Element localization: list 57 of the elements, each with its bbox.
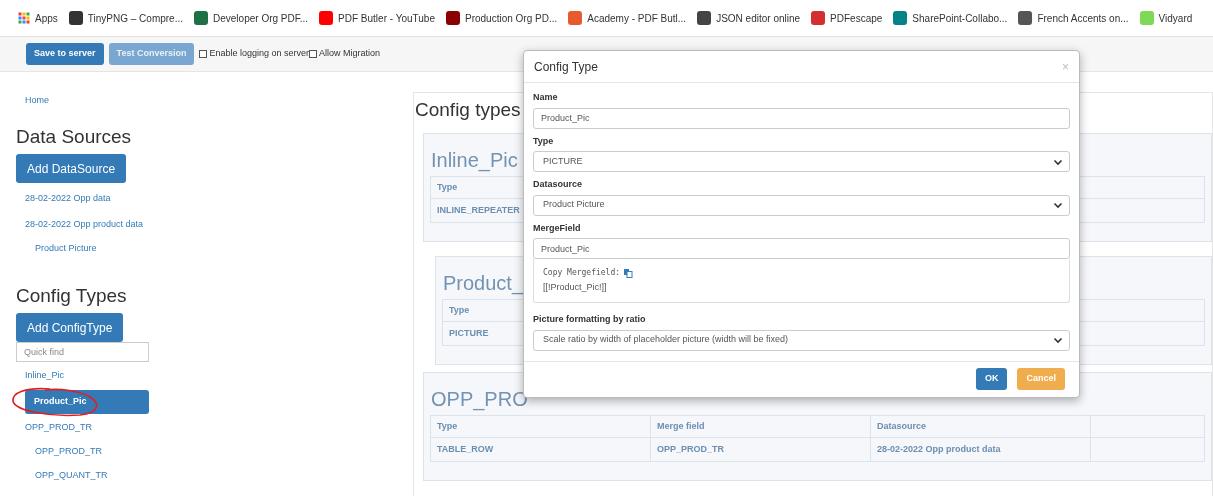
checkbox-label: Enable logging on server bbox=[209, 47, 309, 61]
select-field[interactable]: PICTURE bbox=[533, 151, 1070, 172]
bookmark-link[interactable]: TinyPNG – Compre... bbox=[68, 10, 183, 26]
apps-grid-icon bbox=[18, 12, 30, 24]
field-label: Type bbox=[533, 134, 555, 148]
column-header: Datasource bbox=[870, 415, 1091, 438]
bookmark-link[interactable]: Production Org PD... bbox=[445, 10, 558, 26]
chevron-down-icon bbox=[1053, 200, 1063, 210]
sidebar-item[interactable]: Product_Pic bbox=[25, 390, 149, 414]
dialog-button[interactable]: OK bbox=[976, 368, 1008, 390]
column-header: Merge field bbox=[650, 415, 871, 438]
toolbar-button[interactable]: Save to server bbox=[26, 43, 104, 65]
field-label: MergeField bbox=[533, 221, 582, 235]
add-datasource-button[interactable]: Add DataSource bbox=[16, 154, 127, 183]
table-cell: OPP_PROD_TR bbox=[650, 437, 871, 462]
add-configtype-button[interactable]: Add ConfigType bbox=[16, 313, 124, 342]
sidebar-item[interactable]: OPP_PROD_TR bbox=[25, 416, 93, 440]
bookmark-link[interactable]: French Accents on... bbox=[1018, 10, 1129, 26]
sidebar-item[interactable]: Product Picture bbox=[35, 237, 97, 261]
panel-heading: Config types bbox=[415, 99, 521, 121]
section-heading: Data Sources bbox=[15, 126, 133, 148]
sidebar-item[interactable]: 28-02-2022 Opp product data bbox=[25, 213, 144, 237]
checkbox[interactable] bbox=[199, 50, 208, 58]
select-field[interactable]: Scale ratio by width of placeholder picture (width will be fixed) bbox=[533, 329, 1070, 351]
copy-icon[interactable] bbox=[623, 268, 634, 278]
sidebar-item[interactable]: 28-02-2022 Opp data bbox=[25, 187, 111, 211]
checkbox[interactable] bbox=[309, 50, 317, 58]
copy-label: Copy Mergefield: bbox=[543, 267, 621, 279]
breadcrumb-link[interactable]: Home bbox=[25, 95, 49, 105]
field-label: Name bbox=[533, 91, 559, 104]
section-heading: Config Types bbox=[15, 285, 128, 307]
bookmark-link[interactable]: Apps bbox=[18, 10, 58, 26]
table-cell: TABLE_ROW bbox=[430, 437, 651, 462]
mergefield-code: [[!Product_Pic!]] bbox=[543, 281, 608, 294]
text-field[interactable]: Product_Pic bbox=[533, 107, 1070, 129]
sidebar-item[interactable]: OPP_QUANT_TR bbox=[35, 464, 108, 488]
bookmark-link[interactable]: JSON editor online bbox=[697, 10, 801, 26]
dialog-title: Config Type bbox=[534, 58, 598, 76]
bookmark-link[interactable]: SharePoint-Collabo... bbox=[893, 10, 1008, 26]
bookmark-link[interactable]: Academy - PDF Butl... bbox=[568, 10, 687, 26]
column-header: Type bbox=[430, 415, 651, 438]
select-field[interactable]: Product Picture bbox=[533, 194, 1070, 216]
sidebar-item[interactable]: OPP_PROD_TR bbox=[35, 440, 103, 464]
bookmark-link[interactable]: PDFescape bbox=[811, 10, 883, 26]
card-title: OPP_PRO bbox=[430, 387, 528, 411]
chevron-down-icon bbox=[1053, 335, 1063, 345]
table-cell: 28-02-2022 Opp product data bbox=[870, 437, 1091, 462]
quick-find-field[interactable]: Quick find bbox=[16, 342, 149, 362]
card-title: Product_ bbox=[442, 271, 524, 295]
sidebar-item[interactable]: Inline_Pic bbox=[25, 364, 65, 388]
text-field[interactable]: Product_Pic bbox=[533, 238, 1070, 259]
checkbox-label: Allow Migration bbox=[319, 47, 380, 61]
card-title: Inline_Pic bbox=[430, 148, 518, 172]
bookmark-link[interactable]: PDF Butler - YouTube bbox=[319, 10, 435, 26]
field-label: Datasource bbox=[533, 178, 584, 191]
bookmark-link[interactable]: Developer Org PDF... bbox=[194, 10, 309, 26]
bookmark-link[interactable]: Vidyard bbox=[1139, 10, 1193, 26]
